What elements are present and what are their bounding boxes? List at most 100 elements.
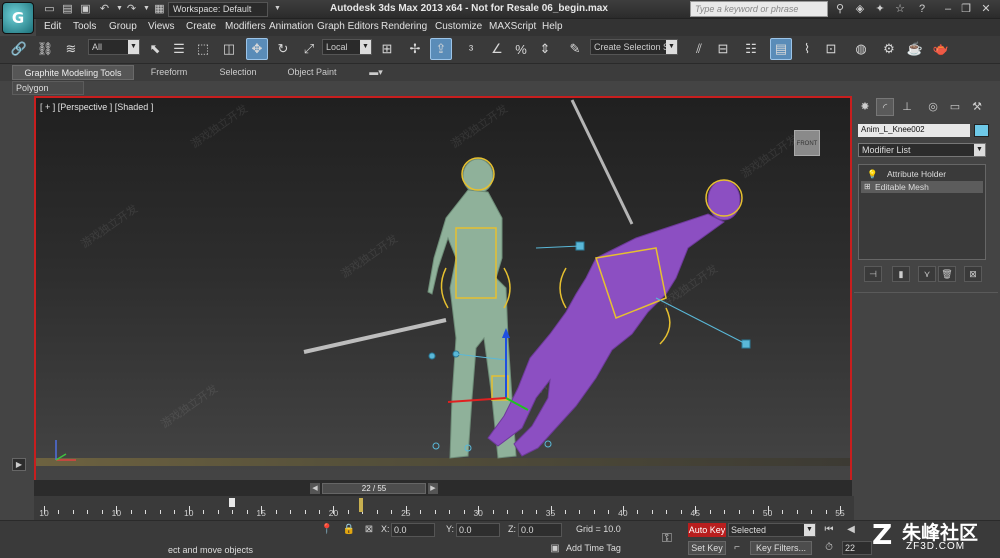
select-and-rotate-icon[interactable]: ↻ <box>272 38 294 60</box>
polygon-modeling-panel[interactable]: Polygon Modeling <box>12 81 84 105</box>
named-selection-select[interactable]: Create Selection Se ▼ <box>590 39 678 55</box>
render-setup-icon[interactable]: ⚙ <box>878 38 900 60</box>
configure-modifier-sets-icon[interactable]: ⊠ <box>964 266 982 282</box>
curve-editor-icon[interactable]: ⌇ <box>796 38 818 60</box>
reference-coordinate-select[interactable]: Local ▼ <box>322 39 372 55</box>
search-icon[interactable]: ⚲ <box>832 2 848 17</box>
make-unique-icon[interactable]: ⋎ <box>918 266 936 282</box>
minimize-icon[interactable]: – <box>940 2 956 17</box>
pivot-center-icon[interactable]: ⊞ <box>376 38 398 60</box>
pin-stack-icon[interactable]: ⊣ <box>864 266 882 282</box>
restore-icon[interactable]: ❐ <box>958 2 974 17</box>
motion-tab-icon[interactable]: ◎ <box>924 98 942 116</box>
tab-selection[interactable]: Selection <box>210 65 266 80</box>
expand-arrow-icon[interactable]: ▶ <box>12 458 26 471</box>
new-file-icon[interactable]: ▭ <box>42 2 57 16</box>
window-crossing-icon[interactable]: ◫ <box>218 38 240 60</box>
help-icon[interactable]: ? <box>914 2 930 17</box>
menu-animation[interactable]: Animation <box>269 21 313 32</box>
menu-edit[interactable]: Edit <box>44 21 61 32</box>
select-and-move-icon[interactable]: ✥ <box>246 38 268 60</box>
menu-rendering[interactable]: Rendering <box>381 21 427 32</box>
track-bar[interactable]: 10 10 10 15 20 25 30 35 40 45 50 55 <box>34 496 854 520</box>
percent-snap-icon[interactable]: % <box>510 38 532 60</box>
time-slider-prev-icon[interactable]: ◀ <box>310 483 320 494</box>
key-icon[interactable]: ⚿ <box>660 531 674 545</box>
modify-tab-icon[interactable]: ◜ <box>876 98 894 116</box>
selection-lock-icon[interactable]: 🔒 <box>342 523 356 537</box>
material-editor-icon[interactable]: ◍ <box>850 38 872 60</box>
spinner-snap-icon[interactable]: ⇕ <box>534 38 556 60</box>
time-configuration-icon[interactable]: ⏱ <box>822 541 836 555</box>
show-end-result-icon[interactable]: ▮ <box>892 266 910 282</box>
create-tab-icon[interactable]: ✸ <box>856 98 874 116</box>
workspace-select[interactable]: Workspace: Default <box>168 2 268 17</box>
align-icon[interactable]: ⊟ <box>712 38 734 60</box>
previous-frame-icon[interactable]: ◀ <box>844 523 858 537</box>
stack-item-editable-mesh[interactable]: ⊞ Editable Mesh <box>861 181 983 193</box>
default-in-out-tangent-icon[interactable]: ⌐ <box>730 541 744 555</box>
menu-group[interactable]: Group <box>109 21 137 32</box>
menu-customize[interactable]: Customize <box>435 21 482 32</box>
schematic-view-icon[interactable]: ⊡ <box>820 38 842 60</box>
bind-to-space-warp-icon[interactable]: ≋ <box>60 38 82 60</box>
set-key-button[interactable]: Set Key <box>688 541 726 555</box>
application-logo-button[interactable]: G <box>2 2 34 34</box>
snaps-toggle-icon[interactable]: ³ <box>460 38 482 60</box>
current-frame-field[interactable]: 22 <box>842 541 872 555</box>
time-slider-next-icon[interactable]: ▶ <box>428 483 438 494</box>
menu-help[interactable]: Help <box>542 21 563 32</box>
keyframe-marker[interactable] <box>229 498 236 507</box>
remove-modifier-icon[interactable]: 🗑 <box>938 266 956 282</box>
project-folder-icon[interactable]: ▦ <box>152 2 167 16</box>
key-filters-button[interactable]: Key Filters... <box>750 541 812 555</box>
subscription-icon[interactable]: ◈ <box>852 2 868 17</box>
keyboard-shortcut-override-icon[interactable]: ⇪ <box>430 38 452 60</box>
menu-graph-editors[interactable]: Graph Editors <box>317 21 379 32</box>
isolate-pin-icon[interactable]: 📍 <box>320 523 334 537</box>
select-and-scale-icon[interactable]: ⤢ <box>298 38 320 60</box>
menu-tools[interactable]: Tools <box>73 21 96 32</box>
save-file-icon[interactable]: ▣ <box>78 2 93 16</box>
modifier-list-select[interactable]: Modifier List ▼ <box>858 143 986 157</box>
menu-views[interactable]: Views <box>148 21 175 32</box>
tab-freeform[interactable]: Freeform <box>140 65 198 80</box>
menu-create[interactable]: Create <box>186 21 216 32</box>
edit-named-selections-icon[interactable]: ✎ <box>564 38 586 60</box>
menu-maxscript[interactable]: MAXScript <box>489 21 536 32</box>
menu-modifiers[interactable]: Modifiers <box>225 21 266 32</box>
time-slider[interactable]: 22 / 55 <box>322 483 426 494</box>
perspective-viewport[interactable]: [ + ] [Perspective ] [Shaded ] FRONT 游戏独… <box>34 96 852 496</box>
add-time-tag-button[interactable]: Add Time Tag <box>566 541 646 555</box>
absolute-mode-icon[interactable]: ⊠ <box>362 523 376 537</box>
layer-manager-icon[interactable]: ☷ <box>740 38 762 60</box>
open-file-icon[interactable]: ▤ <box>60 2 75 16</box>
ribbon-options-icon[interactable]: ▬▾ <box>364 65 388 80</box>
close-icon[interactable]: ✕ <box>978 2 994 17</box>
angle-snap-icon[interactable]: ∠ <box>486 38 508 60</box>
rendered-frame-window-icon[interactable]: ☕ <box>904 38 926 60</box>
key-set-select[interactable]: Selected ▼ <box>728 523 816 537</box>
tab-graphite-modeling-tools[interactable]: Graphite Modeling Tools <box>12 65 134 80</box>
tab-object-paint[interactable]: Object Paint <box>280 65 344 80</box>
select-and-link-icon[interactable]: 🔗 <box>8 38 30 60</box>
graphite-toggle-icon[interactable]: ▤ <box>770 38 792 60</box>
stack-item-attribute-holder[interactable]: 💡 Attribute Holder <box>861 168 983 180</box>
z-coordinate-field[interactable]: 0.0 <box>518 523 562 537</box>
go-to-start-icon[interactable]: ⏮ <box>822 523 836 537</box>
select-and-manipulate-icon[interactable]: ✢ <box>404 38 426 60</box>
undo-icon[interactable]: ↶ <box>97 2 112 16</box>
communication-center-icon[interactable]: ✦ <box>872 2 888 17</box>
y-coordinate-field[interactable]: 0.0 <box>456 523 500 537</box>
search-input[interactable]: Type a keyword or phrase <box>690 1 828 17</box>
mirror-icon[interactable]: ⫽ <box>688 38 710 60</box>
auto-key-button[interactable]: Auto Key <box>688 523 726 537</box>
redo-icon[interactable]: ↷ <box>124 2 139 16</box>
object-name-field[interactable]: Anim_L_Knee002 <box>858 124 970 137</box>
x-coordinate-field[interactable]: 0.0 <box>391 523 435 537</box>
favorites-star-icon[interactable]: ☆ <box>892 2 908 17</box>
rectangular-selection-icon[interactable]: ⬚ <box>192 38 214 60</box>
current-frame-marker[interactable] <box>359 498 364 512</box>
workspace-dropdown-icon[interactable]: ▼ <box>270 2 285 16</box>
select-by-name-icon[interactable]: ☰ <box>168 38 190 60</box>
